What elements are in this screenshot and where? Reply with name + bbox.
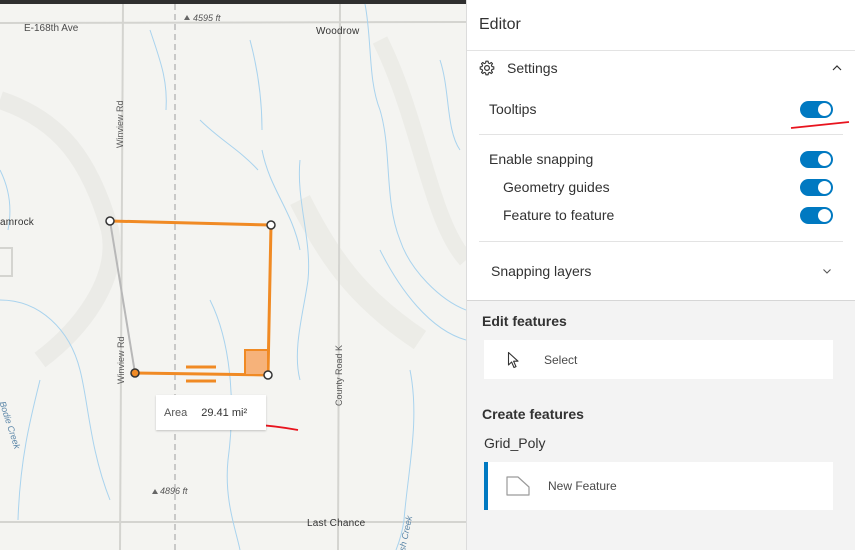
select-tool-card[interactable]: Select <box>484 340 833 379</box>
geometry-guides-toggle[interactable] <box>800 178 833 196</box>
measurement-tooltip: Area 29.41 mi² <box>156 395 266 430</box>
vertex[interactable] <box>105 216 115 226</box>
editor-panel: Editor Settings Tooltips Enable snapping… <box>466 0 855 550</box>
geometry-guides-row: Geometry guides <box>489 173 833 201</box>
polygon-icon <box>506 476 530 496</box>
snapping-layers-expander[interactable]: Snapping layers <box>467 242 855 300</box>
vertex[interactable] <box>263 370 273 380</box>
new-feature-template[interactable]: New Feature <box>484 462 833 510</box>
road-label: Winview Rd <box>116 336 126 384</box>
street-label: E-168th Ave <box>24 23 79 34</box>
panel-title: Editor <box>479 16 521 33</box>
snapping-options: Enable snapping Geometry guides Feature … <box>479 135 843 242</box>
edit-features-title: Edit features <box>482 313 567 329</box>
cursor-icon <box>507 351 519 368</box>
gear-icon <box>479 60 495 75</box>
tooltip-area-value: 29.41 mi² <box>201 406 248 419</box>
settings-toggle-header[interactable]: Settings <box>467 51 855 84</box>
snapping-layers-label: Snapping layers <box>491 263 592 279</box>
town-label: Woodrow <box>316 26 360 37</box>
new-feature-label: New Feature <box>548 479 617 493</box>
map-top-border <box>0 0 466 4</box>
settings-section: Settings Tooltips Enable snapping Geomet… <box>467 51 855 301</box>
tooltips-toggle[interactable] <box>800 100 833 118</box>
peak-label: 4896 ft <box>160 486 188 496</box>
chevron-up-icon <box>832 64 842 70</box>
road-label: Winview Rd <box>115 100 125 148</box>
map-canvas[interactable] <box>0 0 466 550</box>
right-angle-indicator <box>244 349 269 376</box>
feature-to-feature-toggle[interactable] <box>800 206 833 224</box>
settings-label: Settings <box>507 59 558 76</box>
town-label: amrock <box>0 217 34 228</box>
vertex[interactable] <box>266 220 276 230</box>
layer-name: Grid_Poly <box>484 435 546 451</box>
vertex-active[interactable] <box>130 368 140 378</box>
town-label: Last Chance <box>307 518 366 529</box>
enable-snapping-toggle[interactable] <box>800 150 833 168</box>
tooltips-label: Tooltips <box>489 101 537 117</box>
sketch-polygon <box>109 219 273 383</box>
map-view[interactable]: E-168th Ave 4595 ft Woodrow Winview Rd a… <box>0 0 466 550</box>
annotation-underline-toggle <box>790 121 850 129</box>
peak-marker-top <box>184 15 190 20</box>
feature-to-feature-row: Feature to feature <box>489 201 833 229</box>
enable-snapping-label: Enable snapping <box>489 151 594 167</box>
create-features-title: Create features <box>482 406 584 422</box>
select-label: Select <box>544 352 578 367</box>
peak-marker-bottom <box>152 489 158 494</box>
feature-to-feature-label: Feature to feature <box>503 207 615 223</box>
enable-snapping-row: Enable snapping <box>489 145 833 173</box>
peak-label: 4595 ft <box>193 13 221 23</box>
tooltip-label: Area <box>164 406 188 419</box>
panel-header: Editor <box>467 0 855 51</box>
tooltips-row: Tooltips <box>479 84 850 135</box>
geometry-guides-label: Geometry guides <box>503 179 610 195</box>
road-label: County Road K <box>334 344 344 406</box>
chevron-down-icon <box>823 269 831 274</box>
